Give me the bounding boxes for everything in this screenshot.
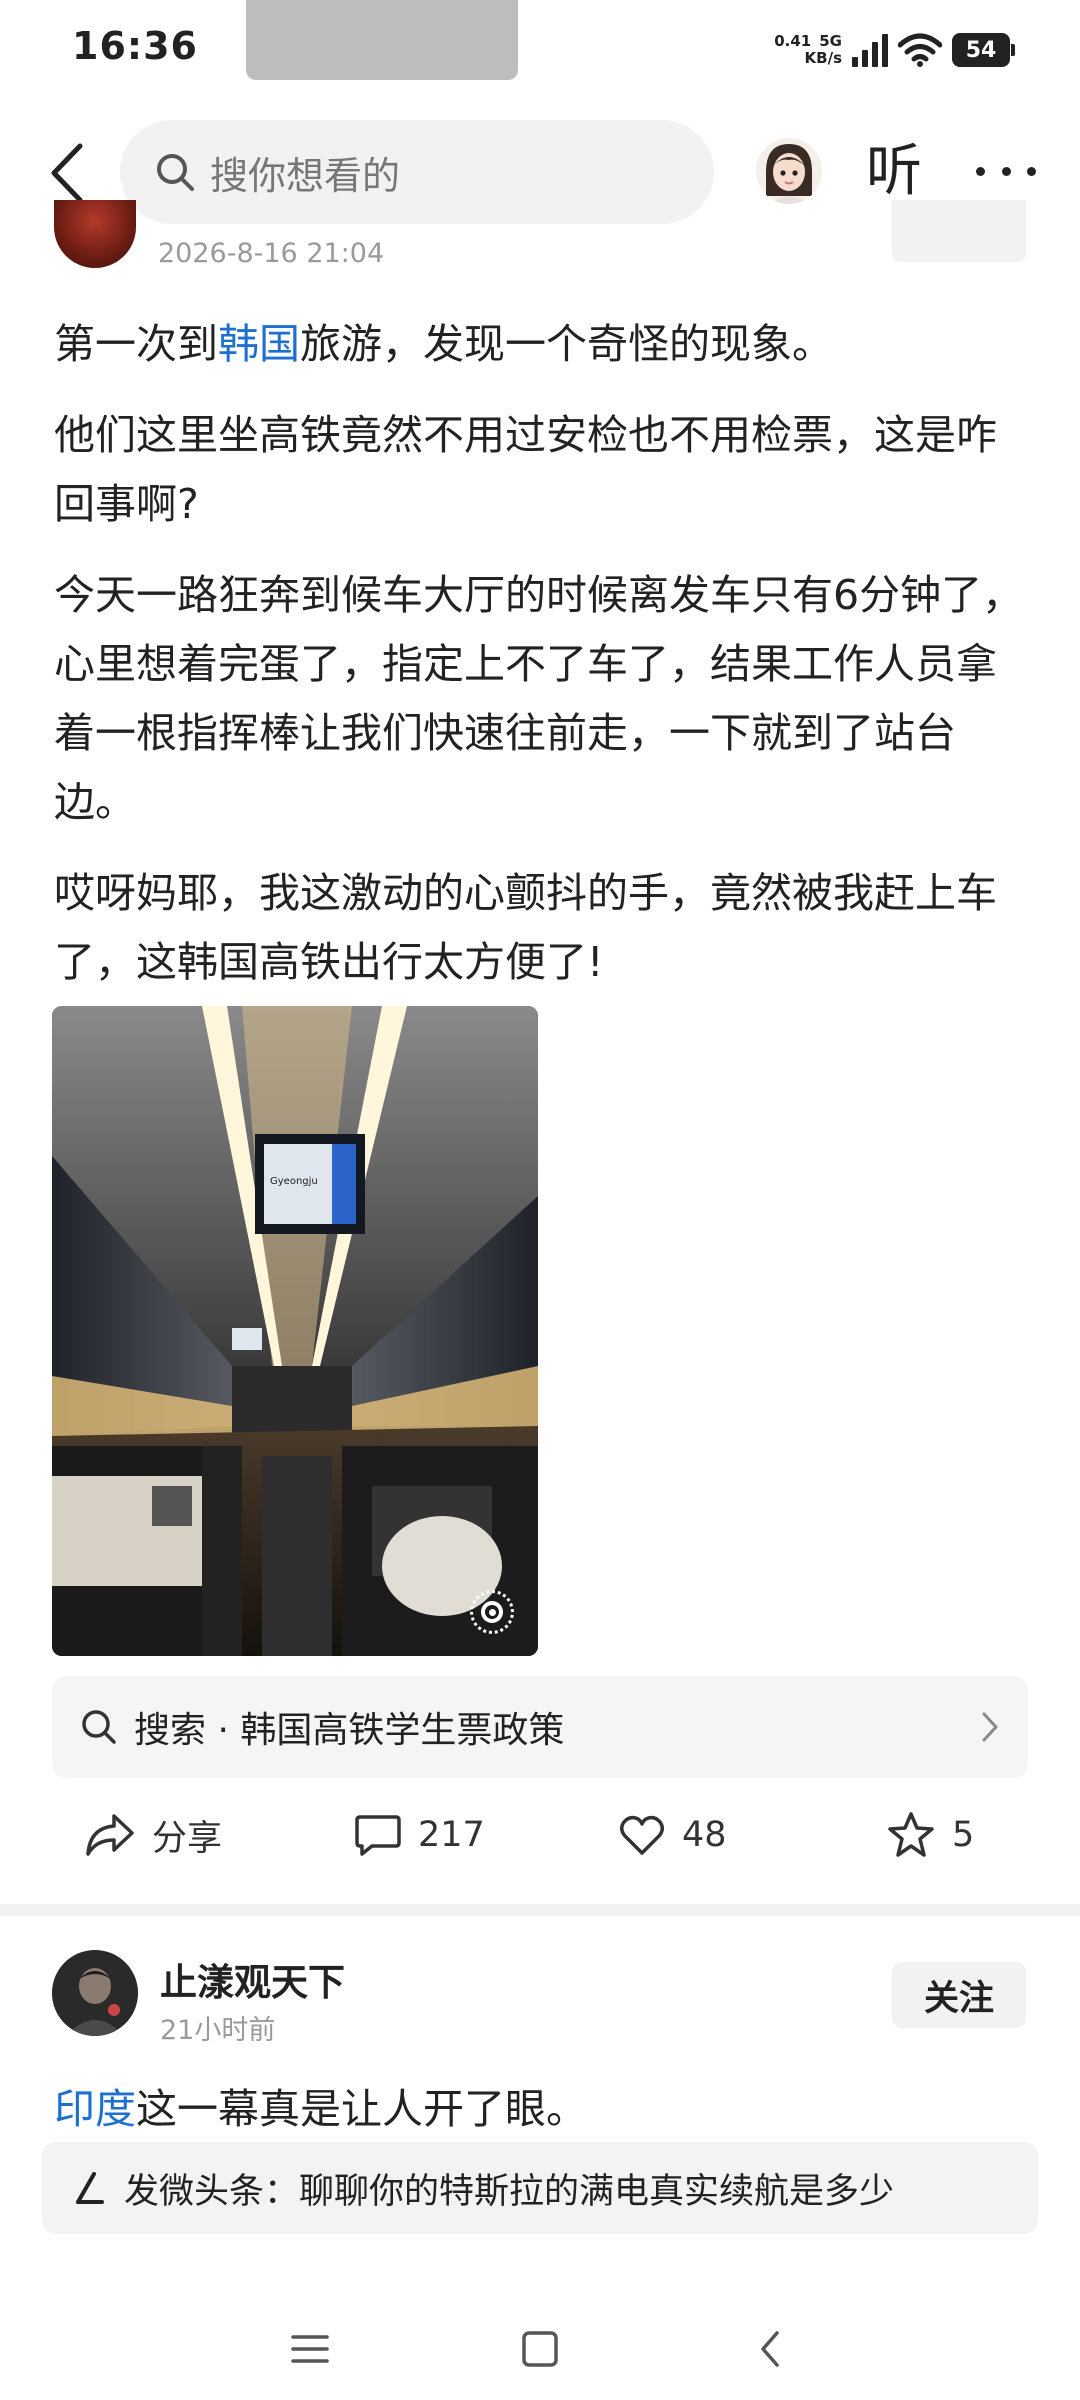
action-bar: 分享 217 48 5 (0, 1800, 1080, 1870)
avatar[interactable] (756, 138, 822, 204)
author-avatar[interactable] (54, 200, 136, 268)
menu-button[interactable] (280, 2324, 340, 2374)
back-button[interactable] (42, 140, 92, 206)
status-pill (246, 0, 518, 80)
compose-prompt: 发微头条：聊聊你的特斯拉的满电真实续航是多少 (124, 2171, 895, 2212)
status-time: 16:36 (72, 24, 198, 68)
net-speed-value: 0.41 (774, 32, 812, 50)
topic-link[interactable]: 韩国 (218, 320, 300, 368)
post-text: 印度这一幕真是让人开了眼。 (54, 2085, 587, 2132)
status-indicators: 0.41 5G KB/s 54 (774, 28, 1015, 72)
live-photo-icon[interactable] (470, 1590, 514, 1634)
post-time: 21小时前 (160, 2015, 276, 2046)
search-icon (157, 154, 194, 191)
author-name[interactable]: 止漾观天下 (160, 1952, 345, 2006)
home-button[interactable] (510, 2324, 570, 2374)
train-screen-text: Gyeongju (270, 1176, 318, 1187)
related-search-bar[interactable]: 搜索 · 韩国高铁学生票政策 (52, 1676, 1028, 1778)
signal-icon (852, 33, 888, 67)
square-icon (522, 2331, 558, 2367)
follow-button[interactable]: 关注 (892, 1962, 1026, 2028)
author-avatar[interactable] (52, 1950, 138, 2036)
listen-button[interactable]: 听 (866, 134, 922, 210)
like-button[interactable]: 48 (618, 1800, 727, 1870)
system-back-button[interactable] (740, 2324, 800, 2374)
related-search-text: 搜索 · 韩国高铁学生票政策 (134, 1710, 565, 1751)
compose-bar[interactable]: 发微头条：聊聊你的特斯拉的满电真实续航是多少 (42, 2142, 1038, 2234)
comment-count: 217 (418, 1815, 485, 1855)
search-placeholder: 搜你想看的 (210, 153, 401, 198)
post-paragraph: 他们这里坐高铁竟然不用过安检也不用检票，这是咋回事啊? (54, 411, 997, 528)
share-button[interactable]: 分享 (84, 1800, 222, 1870)
star-icon (888, 1812, 934, 1857)
chevron-left-icon (51, 143, 83, 203)
chevron-left-icon (761, 2331, 779, 2367)
pen-icon (76, 2172, 104, 2204)
search-icon (82, 1710, 116, 1744)
section-divider (0, 1904, 1080, 1916)
post-paragraph: 哎呀妈耶，我这激动的心颤抖的手，竟然被我赶上车了，这韩国高铁出行太方便了! (54, 869, 997, 986)
network-type: 5G (819, 32, 842, 50)
post-image[interactable]: Gyeongju (52, 1006, 538, 1656)
post-body: 第一次到韩国旅游，发现一个奇怪的现象。 他们这里坐高铁竟然不用过安检也不用检票，… (54, 310, 1034, 1019)
net-speed: 0.41 5G KB/s (774, 33, 842, 67)
search-input[interactable]: 搜你想看的 (120, 120, 714, 224)
topic-link[interactable]: 印度 (54, 2085, 136, 2132)
share-label: 分享 (152, 1818, 223, 1859)
system-nav-bar (0, 2300, 1080, 2400)
like-count: 48 (682, 1815, 727, 1855)
favorite-button[interactable]: 5 (886, 1800, 974, 1870)
heart-icon (620, 1815, 664, 1855)
net-speed-unit: KB/s (804, 49, 842, 67)
status-bar: 16:36 0.41 5G KB/s 54 (0, 0, 1080, 100)
post-time: 2026-8-16 21:04 (158, 238, 385, 269)
more-icon[interactable] (976, 136, 1036, 206)
share-icon (86, 1814, 134, 1856)
comment-button[interactable]: 217 (354, 1800, 485, 1870)
follow-button[interactable] (892, 200, 1026, 262)
post-paragraph: 今天一路狂奔到候车大厅的时候离发车只有6分钟了，心里想着完蛋了，指定上不了车了，… (54, 571, 1024, 826)
chevron-right-icon (982, 1712, 998, 1742)
battery-icon: 54 (952, 33, 1015, 67)
wifi-icon (898, 33, 942, 67)
menu-icon (291, 2335, 329, 2363)
comment-icon (355, 1815, 401, 1856)
favorite-count: 5 (952, 1815, 975, 1855)
post-paragraph: 第一次到韩国旅游，发现一个奇怪的现象。 (54, 320, 833, 368)
